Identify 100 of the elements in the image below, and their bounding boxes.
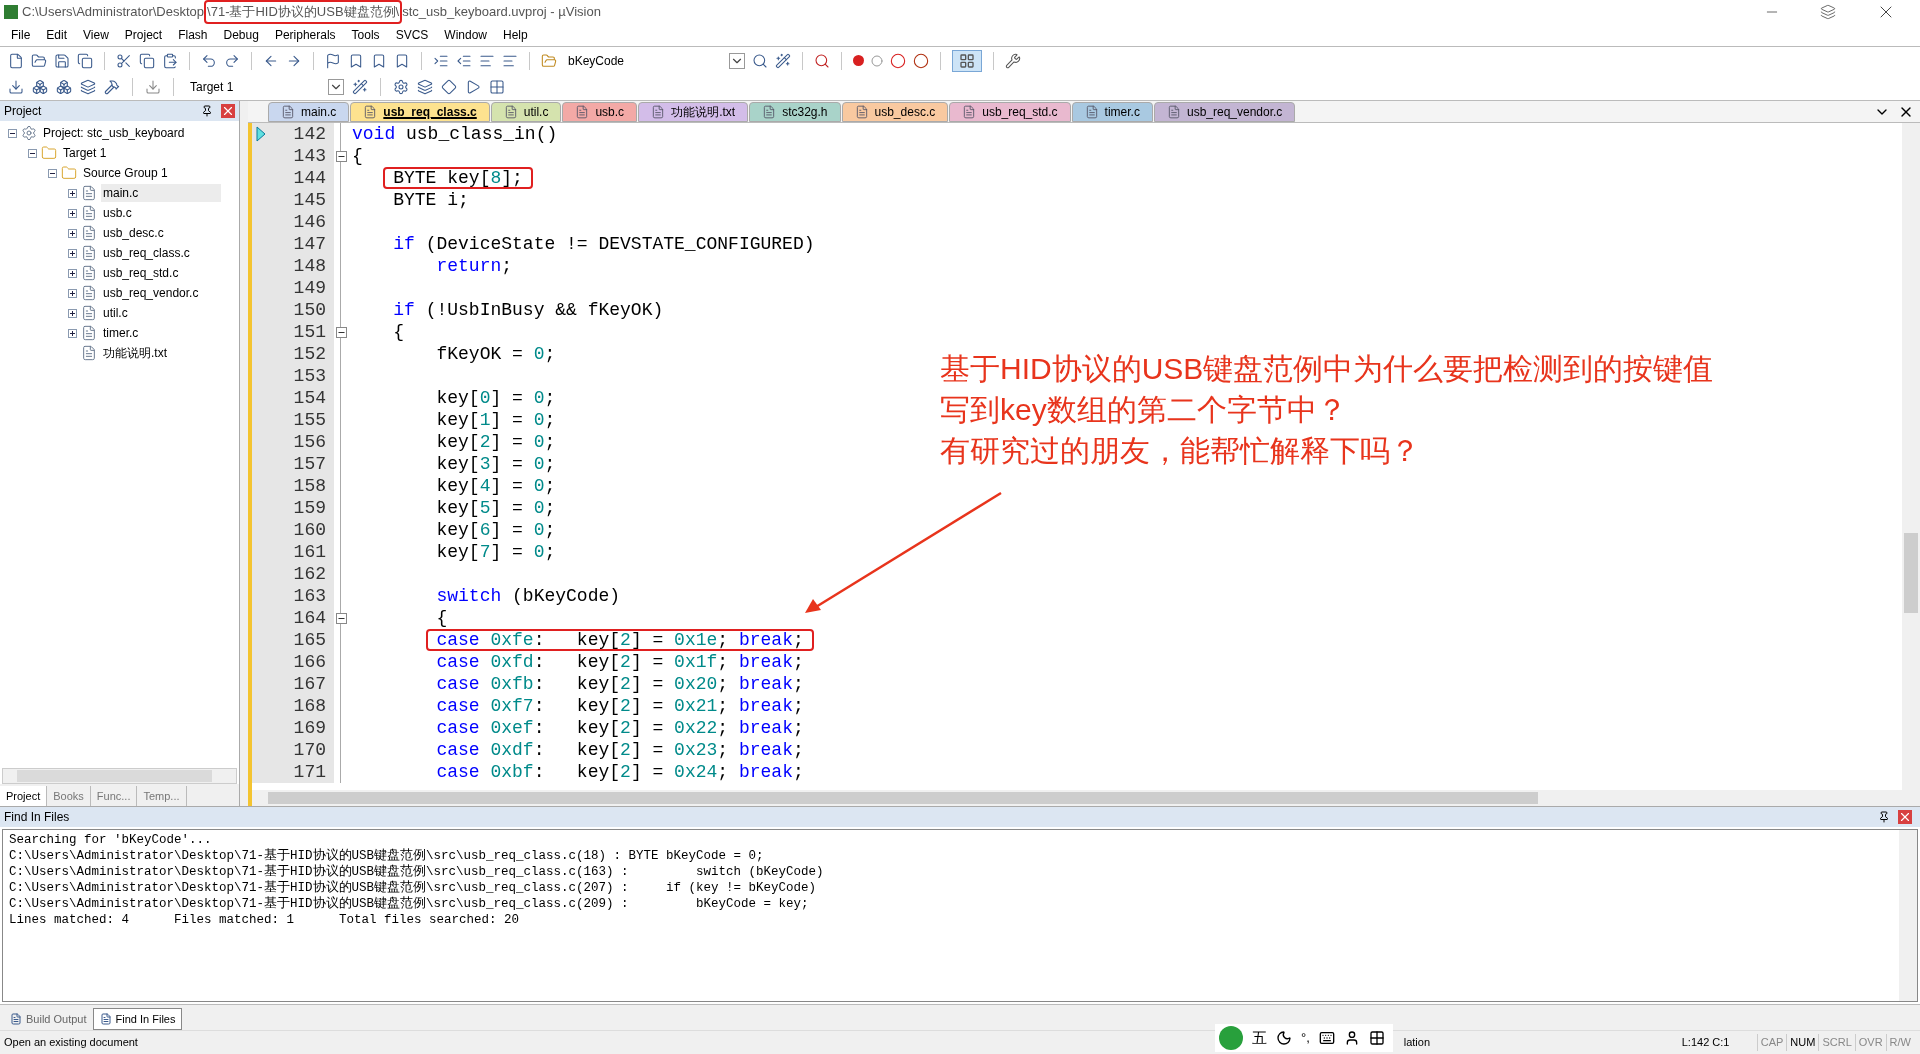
cut-icon[interactable] <box>116 52 132 69</box>
line-number: 171 <box>293 760 327 784</box>
collapse-icon[interactable] <box>48 168 57 178</box>
tree-item[interactable]: 功能说明.txt <box>101 344 169 362</box>
menu-item[interactable]: Window <box>437 26 494 44</box>
menu-item[interactable]: Debug <box>216 26 266 44</box>
editor-tab[interactable]: main.c <box>268 102 350 122</box>
collapse-icon[interactable] <box>8 128 17 138</box>
paste-icon[interactable] <box>162 52 178 69</box>
vertical-scrollbar[interactable] <box>1902 123 1920 790</box>
collapse-icon[interactable] <box>28 148 37 158</box>
line-number: 147 <box>293 232 327 256</box>
editor-tab[interactable]: usb_desc.c <box>841 102 949 122</box>
tree-item[interactable]: usb.c <box>101 204 134 222</box>
output-tab[interactable]: Find In Files <box>92 1008 183 1030</box>
line-number: 150 <box>293 298 327 322</box>
dropdown-icon[interactable] <box>729 52 745 69</box>
fold-icon[interactable] <box>335 326 347 338</box>
menu-item[interactable]: Peripherals <box>267 26 343 44</box>
tree-item[interactable]: Target 1 <box>61 144 109 162</box>
tree-item[interactable]: util.c <box>101 304 130 322</box>
breakpoint-icon[interactable] <box>853 55 864 66</box>
ime-punctuation[interactable]: °, <box>1301 1028 1310 1048</box>
menu-item[interactable]: Flash <box>171 26 215 44</box>
pin-icon[interactable] <box>201 105 213 117</box>
editor-tab[interactable]: 功能说明.txt <box>638 102 749 122</box>
grid-icon[interactable] <box>1368 1030 1385 1046</box>
menu-item[interactable]: Project <box>117 26 170 44</box>
find-combobox[interactable]: bKeyCode <box>564 50 722 71</box>
panel-tab[interactable]: Project <box>0 786 48 806</box>
output-tab[interactable]: Build Output <box>4 1008 93 1030</box>
tree-item[interactable]: timer.c <box>101 324 141 342</box>
expand-icon[interactable] <box>68 248 77 258</box>
keyboard-icon[interactable] <box>1318 1030 1335 1046</box>
editor-tab[interactable]: stc32g.h <box>749 102 841 122</box>
expand-icon[interactable] <box>68 188 77 198</box>
editor-tab[interactable]: usb_req_class.c <box>350 102 490 122</box>
tree-item[interactable]: usb_req_class.c <box>101 244 192 262</box>
bookmark-icon[interactable] <box>348 52 364 69</box>
expand-icon[interactable] <box>68 228 77 238</box>
folder-icon[interactable] <box>31 52 47 69</box>
line-number: 149 <box>293 276 327 300</box>
dropdown-icon[interactable] <box>328 79 344 95</box>
cursor-position: L:142 C:1 <box>1681 1035 1731 1051</box>
editor-tab[interactable]: usb_req_vendor.c <box>1153 102 1296 122</box>
file-icon <box>281 105 295 119</box>
tree-item[interactable]: Source Group 1 <box>81 164 170 182</box>
tree-item[interactable]: usb_req_std.c <box>101 264 181 282</box>
wand-icon[interactable] <box>352 79 368 95</box>
tree-item[interactable]: Project: stc_usb_keyboard <box>41 124 187 142</box>
wrench-icon[interactable] <box>1005 52 1021 69</box>
expand-icon[interactable] <box>68 268 77 278</box>
flag-icon[interactable] <box>325 52 341 69</box>
panel-title: Project <box>4 103 43 120</box>
diamond-icon[interactable] <box>441 79 457 95</box>
ime-logo-icon[interactable] <box>1219 1026 1243 1050</box>
tree-item[interactable]: usb_desc.c <box>101 224 166 242</box>
new-file-icon[interactable] <box>8 52 24 69</box>
menu-item[interactable]: Tools <box>344 26 387 44</box>
horizontal-scrollbar[interactable] <box>248 790 1920 806</box>
save-icon[interactable] <box>54 52 70 69</box>
code-line: { <box>392 321 406 343</box>
menu-item[interactable]: View <box>76 26 116 44</box>
pin-icon[interactable] <box>1878 811 1890 823</box>
code-line: if (DeviceState != DEVSTATE_CONFIGURED) <box>392 233 816 255</box>
bookmark-icon[interactable] <box>394 52 410 69</box>
target-combobox[interactable]: Target 1 <box>186 77 320 97</box>
tree-item[interactable]: main.c <box>101 184 221 202</box>
layout-icon <box>959 52 975 69</box>
menu-item[interactable]: Edit <box>39 26 75 44</box>
bookmark-icon[interactable] <box>371 52 387 69</box>
download-icon[interactable] <box>8 79 24 95</box>
folder-icon[interactable] <box>541 52 557 69</box>
expand-icon[interactable] <box>68 208 77 218</box>
copy-icon[interactable] <box>139 52 155 69</box>
editor-tab[interactable]: usb.c <box>562 102 638 122</box>
annotation-text: 有研究过的朋友，能帮忙解释下吗？ <box>940 433 1421 468</box>
fold-icon[interactable] <box>335 150 347 162</box>
expand-icon[interactable] <box>68 308 77 318</box>
search-icon[interactable] <box>814 52 830 69</box>
window-layout-button[interactable] <box>952 49 982 72</box>
fold-icon[interactable] <box>335 612 347 624</box>
vertical-scrollbar[interactable] <box>1899 830 1917 1001</box>
menu-item[interactable]: SVCS <box>388 26 436 44</box>
redo-icon[interactable] <box>224 52 240 69</box>
menu-item[interactable]: Help <box>496 26 535 44</box>
status-indicator: SCRL <box>1818 1034 1855 1051</box>
expand-icon[interactable] <box>68 328 77 338</box>
line-number: 159 <box>293 496 327 520</box>
horizontal-scrollbar[interactable] <box>2 768 237 784</box>
menu-item[interactable]: File <box>4 26 38 44</box>
tree-item[interactable]: usb_req_vendor.c <box>101 284 201 302</box>
editor-tab[interactable]: util.c <box>490 102 562 122</box>
editor-tab[interactable]: timer.c <box>1071 102 1153 122</box>
editor-tab[interactable]: usb_req_std.c <box>949 102 1071 122</box>
find-icon[interactable] <box>752 52 768 69</box>
moon-icon[interactable] <box>1276 1030 1292 1046</box>
undo-icon[interactable] <box>201 52 217 69</box>
expand-icon[interactable] <box>68 288 77 298</box>
ime-mode[interactable]: 五 <box>1252 1026 1267 1050</box>
